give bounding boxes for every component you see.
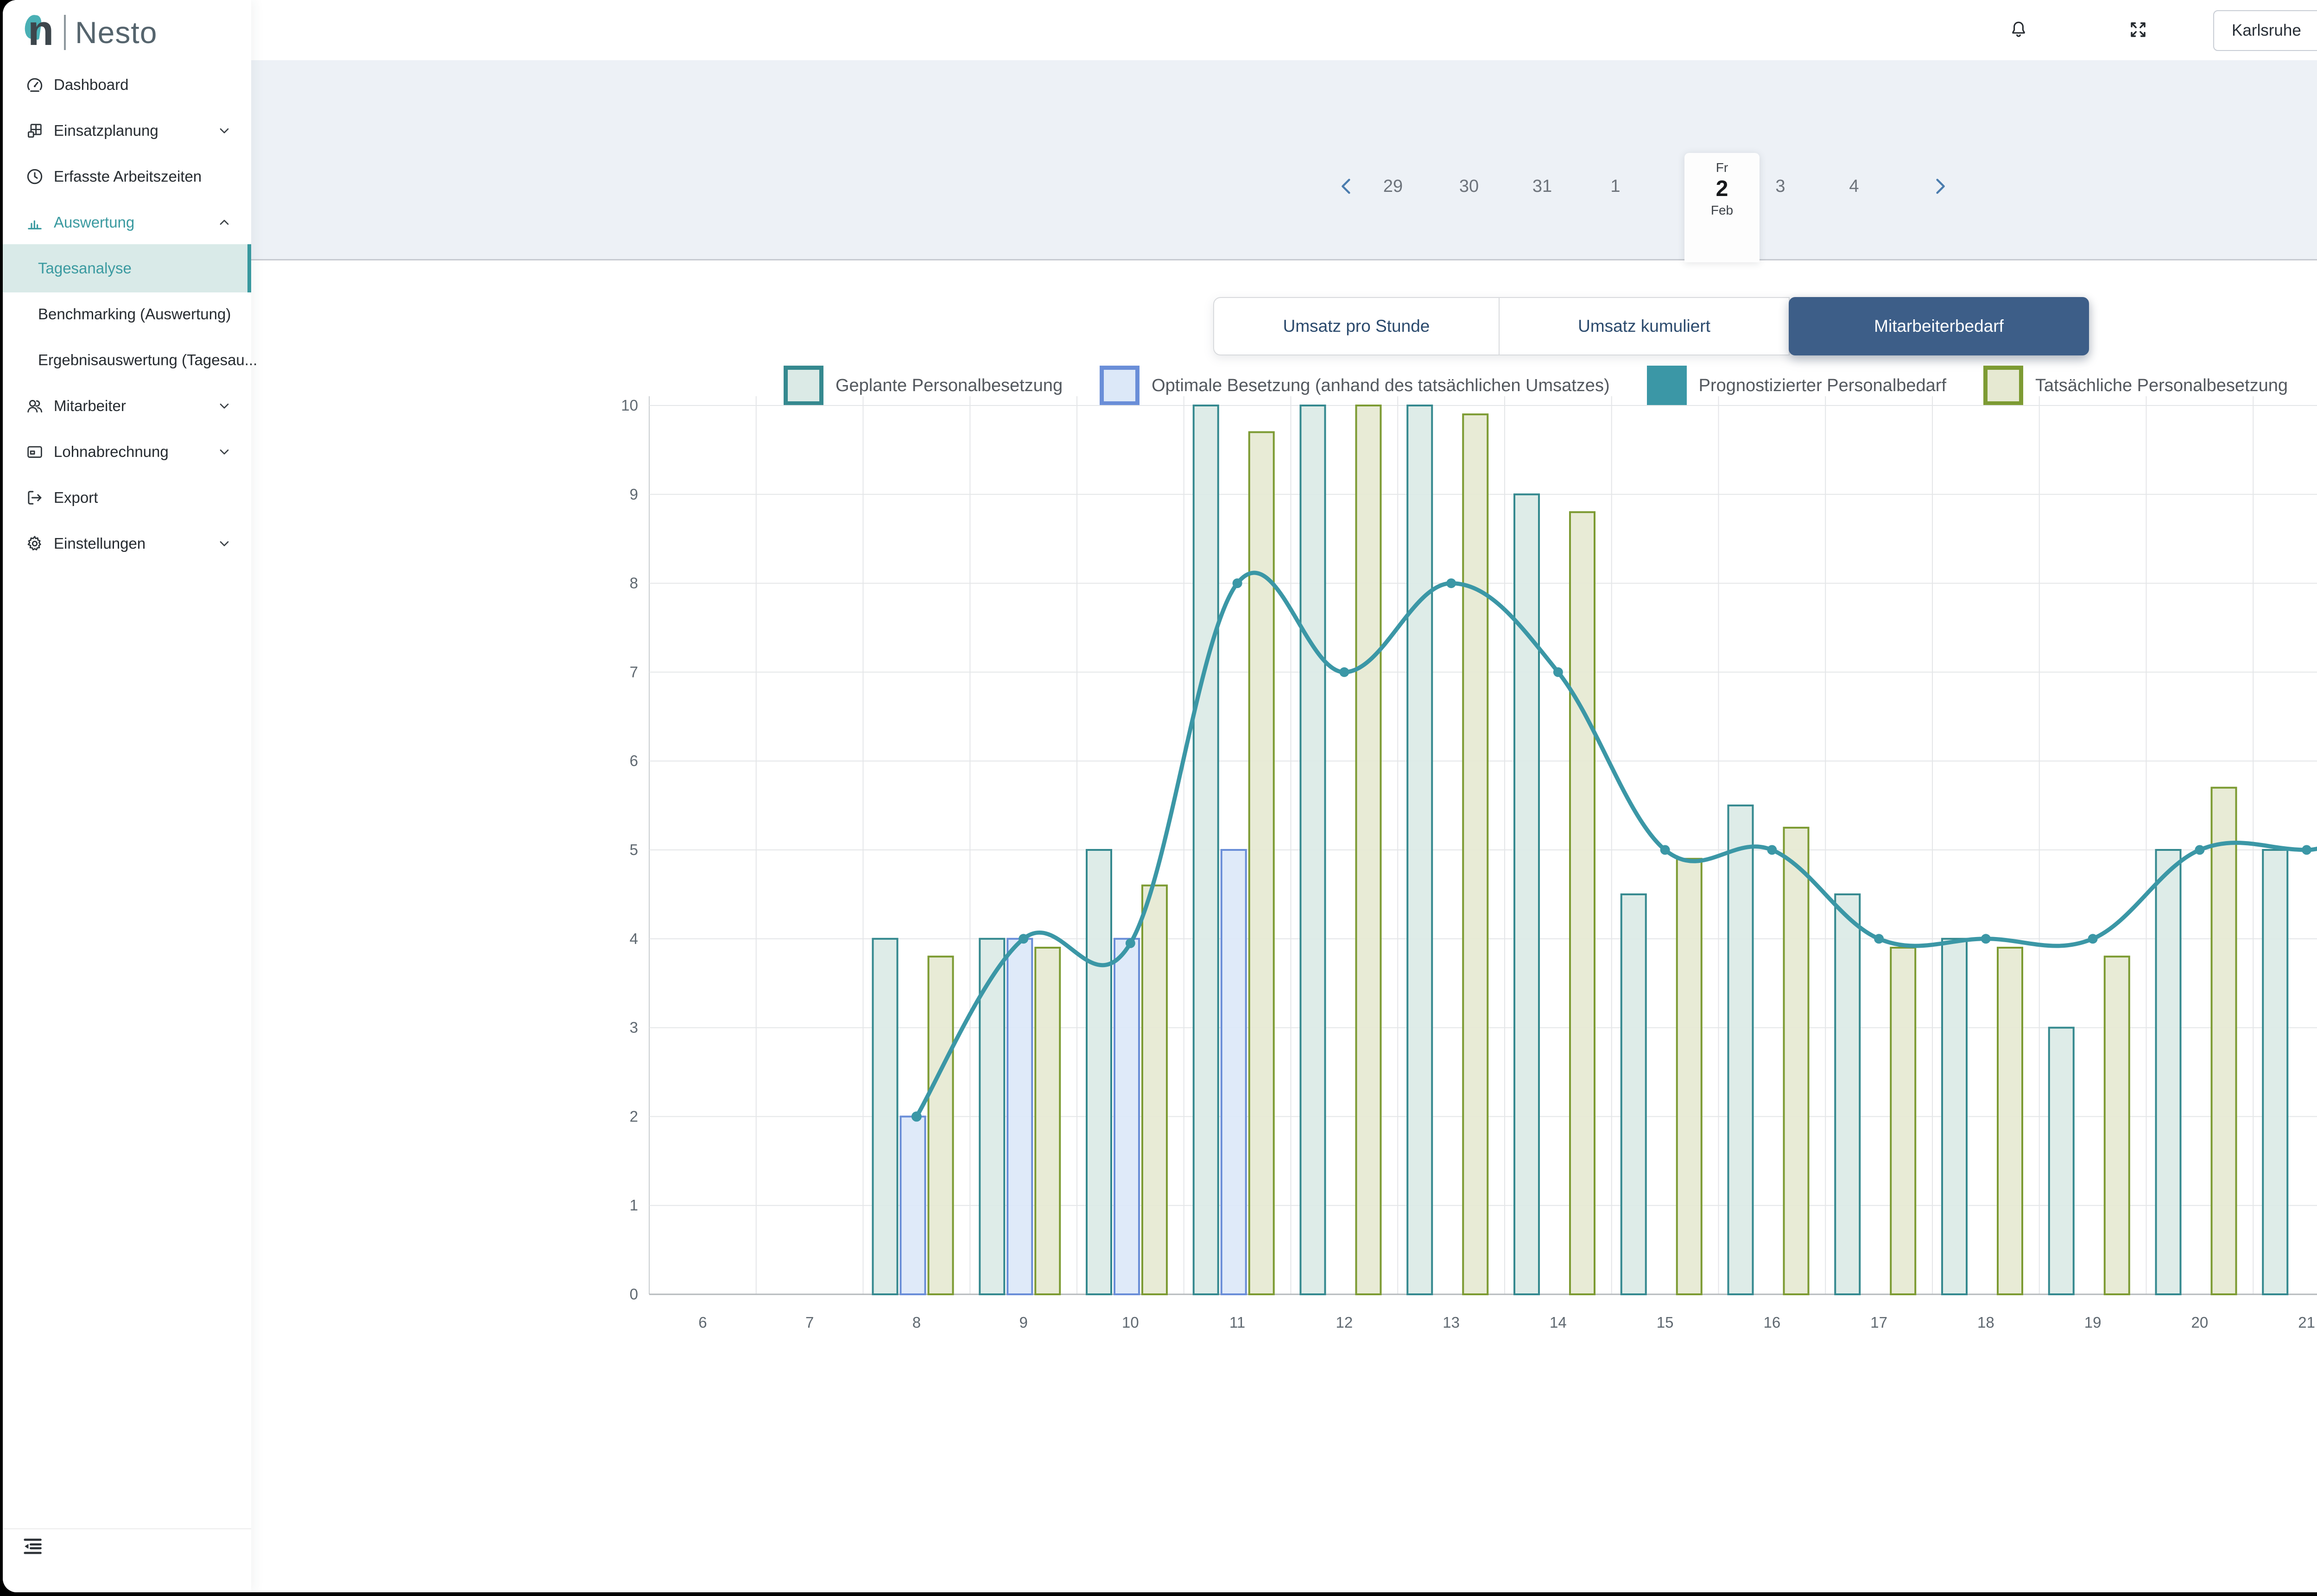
svg-text:12: 12 xyxy=(1336,1314,1353,1331)
chevron-down-icon xyxy=(217,399,232,413)
wallet-icon xyxy=(25,442,44,462)
svg-text:15: 15 xyxy=(1657,1314,1674,1331)
date-item-1[interactable]: 1 xyxy=(1583,171,1648,201)
date-item-31[interactable]: 31 xyxy=(1510,171,1575,201)
sidebar-item-lohnabrechnung[interactable]: Lohnabrechnung xyxy=(3,429,251,475)
tab-mitarbeiterbedarf[interactable]: Mitarbeiterbedarf xyxy=(1789,297,2089,355)
svg-text:21: 21 xyxy=(2298,1314,2315,1331)
staffing-chart: 0123456789106789101112131415161718192021… xyxy=(596,386,2317,1368)
svg-text:2: 2 xyxy=(630,1108,638,1125)
location-select-value: Karlsruhe xyxy=(2232,21,2317,40)
bell-icon xyxy=(2007,19,2030,41)
svg-text:17: 17 xyxy=(1870,1314,1887,1331)
sidebar-item-export[interactable]: Export xyxy=(3,475,251,520)
sidebar-item-label: Export xyxy=(54,489,98,507)
sidebar-footer-divider xyxy=(3,1528,251,1529)
sidebar: n Nesto Dashboard Einsatzplanung Erfasste … xyxy=(3,0,251,1592)
sidebar-item-label: Lohnabrechnung xyxy=(54,443,169,461)
chevron-down-icon xyxy=(217,123,232,138)
svg-text:9: 9 xyxy=(1019,1314,1027,1331)
sidebar-item-erfasste-arbeitszeiten[interactable]: Erfasste Arbeitszeiten xyxy=(3,153,251,199)
logo-divider xyxy=(64,15,66,50)
svg-text:1: 1 xyxy=(630,1197,638,1214)
selected-date-month: Feb xyxy=(1684,203,1760,218)
svg-text:8: 8 xyxy=(630,575,638,592)
date-item-29[interactable]: 29 xyxy=(1361,171,1425,201)
top-header: Karlsruhe xyxy=(251,0,2317,60)
svg-text:3: 3 xyxy=(630,1019,638,1036)
svg-text:11: 11 xyxy=(1229,1314,1245,1331)
sidebar-item-auswertung[interactable]: Auswertung xyxy=(3,199,251,245)
chevron-down-icon xyxy=(217,444,232,459)
sidebar-item-einsatzplanung[interactable]: Einsatzplanung xyxy=(3,108,251,153)
svg-text:9: 9 xyxy=(630,486,638,503)
chevron-down-icon xyxy=(217,536,232,551)
svg-text:18: 18 xyxy=(1977,1314,1994,1331)
svg-text:6: 6 xyxy=(698,1314,707,1331)
svg-text:7: 7 xyxy=(630,663,638,680)
date-navigation: 293031134 Fr 2 Feb xyxy=(251,60,2317,260)
people-icon xyxy=(25,396,44,416)
svg-text:16: 16 xyxy=(1764,1314,1781,1331)
sidebar-item-label: Einsatzplanung xyxy=(54,122,158,139)
gear-icon xyxy=(25,534,44,553)
bar-chart-icon xyxy=(25,213,44,232)
svg-text:6: 6 xyxy=(630,752,638,769)
sidebar-item-label: Auswertung xyxy=(54,214,134,231)
location-select[interactable]: Karlsruhe xyxy=(2213,10,2317,51)
sidebar-item-dashboard[interactable]: Dashboard xyxy=(3,62,251,108)
date-item-30[interactable]: 30 xyxy=(1437,171,1501,201)
chevron-up-icon xyxy=(217,215,232,230)
notifications-button[interactable] xyxy=(2007,19,2030,41)
brand-mark: n xyxy=(24,12,60,53)
previous-day-button[interactable] xyxy=(1335,174,1359,198)
sidebar-item-label: Ergebnisauswertung (Tagesau... xyxy=(38,351,257,369)
fullscreen-button[interactable] xyxy=(2127,19,2149,41)
tab-umsatz-pro-stunde[interactable]: Umsatz pro Stunde xyxy=(1213,297,1500,355)
analysis-card: Umsatz pro StundeUmsatz kumuliertMitarbe… xyxy=(251,262,2317,1592)
svg-text:19: 19 xyxy=(2084,1314,2102,1331)
app-window: n Nesto Dashboard Einsatzplanung Erfasste … xyxy=(0,0,2317,1596)
collapse-sidebar-button[interactable] xyxy=(20,1534,47,1561)
export-icon xyxy=(25,488,44,507)
sidebar-item-tagesanalyse[interactable]: Tagesanalyse xyxy=(3,244,251,292)
selected-date-day: 2 xyxy=(1684,175,1760,203)
sidebar-item-label: Erfasste Arbeitszeiten xyxy=(54,168,202,185)
selected-date-weekday: Fr xyxy=(1684,160,1760,175)
tab-umsatz-kumuliert[interactable]: Umsatz kumuliert xyxy=(1499,297,1790,355)
brand-logo: n Nesto xyxy=(24,11,157,54)
svg-text:20: 20 xyxy=(2191,1314,2209,1331)
date-item-4[interactable]: 4 xyxy=(1822,171,1887,201)
brand-name: Nesto xyxy=(75,17,157,48)
brand-mark-letter: n xyxy=(28,9,54,52)
sidebar-item-benchmarking[interactable]: Benchmarking (Auswertung) xyxy=(3,291,251,337)
sidebar-item-ergebnisauswertung[interactable]: Ergebnisauswertung (Tagesau... xyxy=(3,337,251,383)
svg-text:8: 8 xyxy=(912,1314,921,1331)
app-root: n Nesto Dashboard Einsatzplanung Erfasste … xyxy=(3,0,2317,1592)
grid-icon xyxy=(25,121,44,140)
svg-text:13: 13 xyxy=(1443,1314,1460,1331)
sidebar-item-label: Tagesanalyse xyxy=(38,260,132,277)
sidebar-item-einstellungen[interactable]: Einstellungen xyxy=(3,520,251,566)
sidebar-item-label: Dashboard xyxy=(54,76,128,94)
gauge-icon xyxy=(25,75,44,95)
collapse-sidebar-icon xyxy=(20,1534,47,1561)
sidebar-item-label: Einstellungen xyxy=(54,535,146,552)
svg-text:10: 10 xyxy=(1122,1314,1139,1331)
svg-text:0: 0 xyxy=(630,1286,638,1303)
svg-text:4: 4 xyxy=(630,930,638,947)
svg-text:5: 5 xyxy=(630,841,638,858)
sidebar-item-label: Benchmarking (Auswertung) xyxy=(38,305,231,323)
clock-icon xyxy=(25,167,44,186)
sidebar-item-mitarbeiter[interactable]: Mitarbeiter xyxy=(3,383,251,429)
sidebar-item-label: Mitarbeiter xyxy=(54,397,126,415)
svg-text:7: 7 xyxy=(805,1314,814,1331)
expand-icon xyxy=(2127,19,2149,41)
svg-text:10: 10 xyxy=(621,397,638,414)
chart-mode-tabs: Umsatz pro StundeUmsatz kumuliertMitarbe… xyxy=(1213,297,2089,355)
selected-date-card[interactable]: Fr 2 Feb xyxy=(1684,153,1760,262)
next-day-button[interactable] xyxy=(1928,174,1952,198)
svg-text:14: 14 xyxy=(1550,1314,1567,1331)
